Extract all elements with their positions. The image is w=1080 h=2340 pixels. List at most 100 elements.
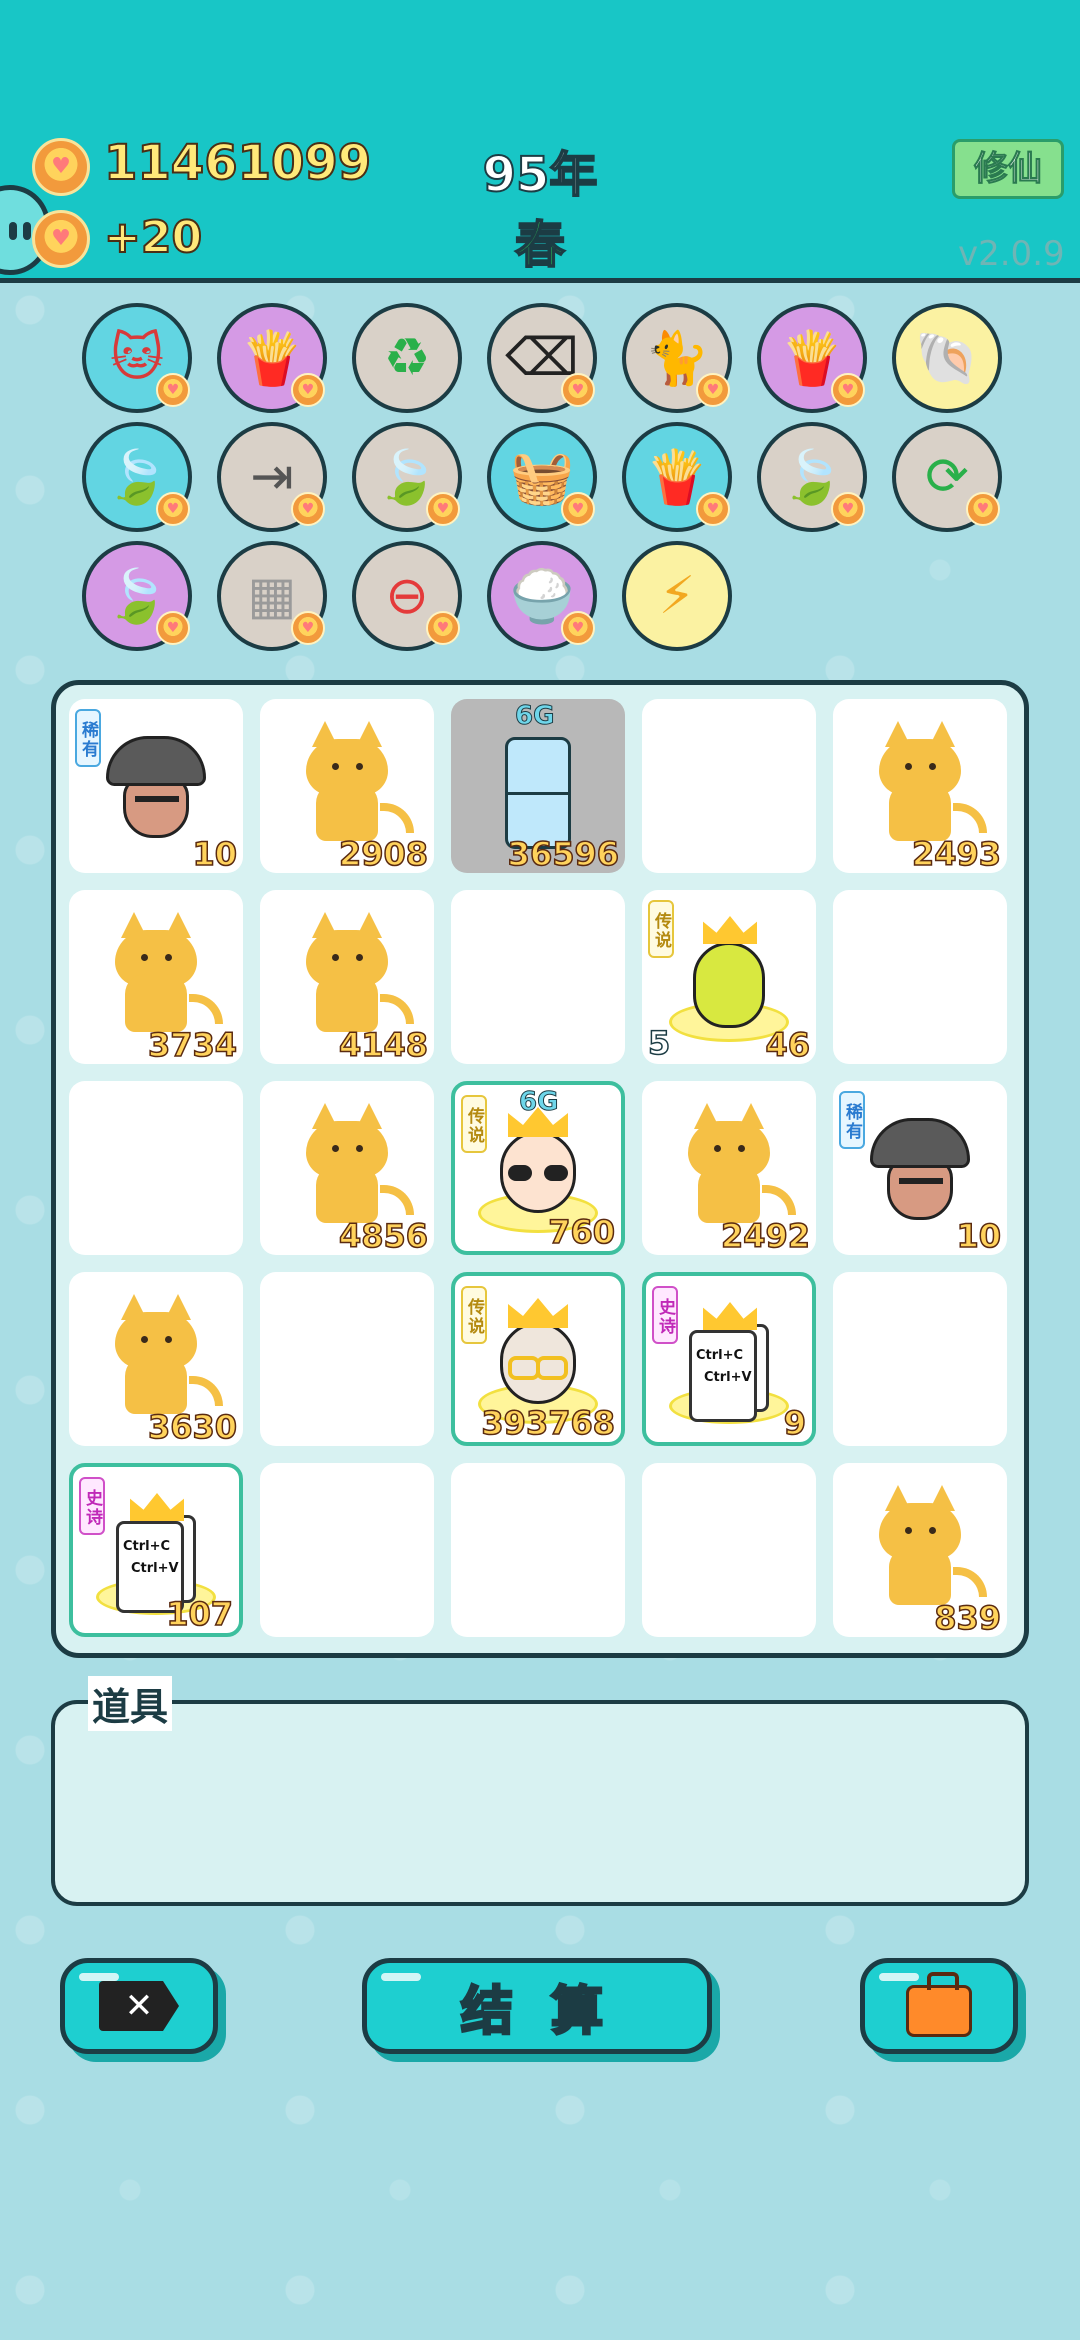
board-cell[interactable]: 2908 bbox=[260, 699, 434, 874]
props-label: 道具 bbox=[88, 1676, 173, 1731]
item-count: 2493 bbox=[911, 834, 1002, 874]
mini-coin-icon: ♥ bbox=[696, 492, 730, 526]
fridge-icon bbox=[505, 737, 571, 849]
board-cell-empty[interactable] bbox=[642, 1463, 816, 1637]
minus-circle-icon[interactable]: ⊖ ♥ bbox=[352, 541, 462, 651]
cat-icon bbox=[111, 1294, 223, 1414]
cat-silhouette-icon[interactable]: 🐱 ♥ bbox=[82, 303, 192, 413]
mini-coin-icon: ♥ bbox=[156, 492, 190, 526]
mini-coin-icon: ♥ bbox=[291, 611, 325, 645]
rice-bowl-icon[interactable]: 🍚 ♥ bbox=[487, 541, 597, 651]
cat-icon bbox=[302, 721, 414, 841]
item-count: 2492 bbox=[720, 1216, 811, 1256]
board-cell-empty[interactable] bbox=[833, 1272, 1007, 1446]
sugar-cubes-icon[interactable]: ▦ ♥ bbox=[217, 541, 327, 651]
mini-coin-icon: ♥ bbox=[426, 492, 460, 526]
leaf-icon[interactable]: 🍃 ♥ bbox=[82, 541, 192, 651]
item-count: 3734 bbox=[147, 1025, 238, 1065]
shell-icon-glyph: 🐚 bbox=[914, 328, 980, 389]
board-cell[interactable]: Ctrl+C Ctrl+V 史诗 107 bbox=[69, 1463, 243, 1637]
board-cell-empty[interactable] bbox=[451, 890, 625, 1064]
board-cell-empty[interactable] bbox=[260, 1272, 434, 1446]
settle-label: 结 算 bbox=[459, 1980, 614, 2043]
cat-silhouette-icon-glyph: 🐱 bbox=[109, 328, 165, 388]
board-cell-empty[interactable] bbox=[833, 890, 1007, 1064]
board-cell-empty[interactable] bbox=[642, 699, 816, 873]
rarity-badge: 传说 bbox=[461, 1095, 487, 1153]
board-cell[interactable]: 稀有 10 bbox=[69, 699, 243, 874]
mini-coin-icon: ♥ bbox=[831, 373, 865, 407]
board-cell[interactable]: 4856 bbox=[260, 1081, 434, 1256]
paste-text: Ctrl+V bbox=[704, 1370, 752, 1385]
board-cell[interactable]: 传说 6G 760 bbox=[451, 1081, 625, 1255]
board-cell[interactable]: 2493 bbox=[833, 699, 1007, 874]
coin-icon: ♥ bbox=[32, 138, 90, 196]
delete-tag-icon[interactable]: ⌫ ♥ bbox=[487, 303, 597, 413]
remove-button[interactable]: ✕ bbox=[60, 1958, 218, 2054]
cultivate-button[interactable]: 修仙 bbox=[952, 139, 1064, 199]
item-count: 46 bbox=[765, 1025, 811, 1065]
board-cell[interactable]: 传说 46 5 bbox=[642, 890, 816, 1065]
board-cell-empty[interactable] bbox=[69, 1081, 243, 1255]
board-cell[interactable]: 839 bbox=[833, 1463, 1007, 1638]
crowned-pear-icon bbox=[669, 912, 789, 1042]
leaf-icon[interactable]: 🍃 ♥ bbox=[757, 422, 867, 532]
briefcase-icon bbox=[906, 1972, 972, 2037]
network-6g-tag: 6G bbox=[514, 701, 555, 732]
refresh-icon[interactable]: ⟳ ♥ bbox=[892, 422, 1002, 532]
rarity-badge: 稀有 bbox=[839, 1091, 865, 1149]
board-cell[interactable]: 2492 bbox=[642, 1081, 816, 1256]
mini-coin-icon: ♥ bbox=[561, 492, 595, 526]
season-label: 春 bbox=[514, 215, 566, 275]
board-cell-empty[interactable] bbox=[260, 1463, 434, 1637]
board-cell[interactable]: 稀有 10 bbox=[833, 1081, 1007, 1256]
board-cell[interactable]: 3734 bbox=[69, 890, 243, 1065]
item-count: 839 bbox=[933, 1598, 1001, 1638]
item-count: 10 bbox=[192, 834, 238, 874]
settle-button[interactable]: 结 算 bbox=[362, 1958, 712, 2054]
board-cell[interactable]: 传说 393768 bbox=[451, 1272, 625, 1446]
twin-cats-icon[interactable]: 🐈 ♥ bbox=[622, 303, 732, 413]
item-count: 3630 bbox=[147, 1407, 238, 1447]
item-count: 760 bbox=[547, 1212, 615, 1252]
rarity-badge: 传说 bbox=[461, 1286, 487, 1344]
skip-icon-glyph: ⇥ bbox=[250, 447, 294, 507]
mini-coin-icon: ♥ bbox=[561, 611, 595, 645]
mini-coin-icon: ♥ bbox=[966, 492, 1000, 526]
fries-icon[interactable]: 🍟 ♥ bbox=[622, 422, 732, 532]
board-cell[interactable]: 6G 36596 bbox=[451, 699, 625, 874]
fries-icon[interactable]: 🍟 ♥ bbox=[757, 303, 867, 413]
rarity-badge: 史诗 bbox=[79, 1477, 105, 1535]
lightning-icon[interactable]: ⚡ bbox=[622, 541, 732, 651]
mini-coin-icon: ♥ bbox=[291, 373, 325, 407]
basket-icon[interactable]: 🧺 ♥ bbox=[487, 422, 597, 532]
board-cell[interactable]: Ctrl+C Ctrl+V 史诗 9 bbox=[642, 1272, 816, 1446]
paste-text: Ctrl+V bbox=[131, 1561, 179, 1576]
cat-icon bbox=[875, 721, 987, 841]
version-label: v2.0.9 bbox=[958, 234, 1065, 274]
coin-rate-icon: ♥ bbox=[32, 210, 90, 268]
mini-coin-icon: ♥ bbox=[831, 492, 865, 526]
mini-coin-icon: ♥ bbox=[156, 611, 190, 645]
leaf-icon[interactable]: 🍃 ♥ bbox=[352, 422, 462, 532]
mini-coin-icon: ♥ bbox=[696, 373, 730, 407]
cat-icon bbox=[302, 912, 414, 1032]
mini-coin-icon: ♥ bbox=[426, 611, 460, 645]
item-count: 4856 bbox=[338, 1216, 429, 1256]
copy-paste-card-icon: Ctrl+C Ctrl+V bbox=[669, 1294, 789, 1424]
fries-icon[interactable]: 🍟 ♥ bbox=[217, 303, 327, 413]
board-cell[interactable]: 4148 bbox=[260, 890, 434, 1065]
item-count: 2908 bbox=[338, 834, 429, 874]
shell-icon[interactable]: 🐚 bbox=[892, 303, 1002, 413]
item-count: 107 bbox=[165, 1594, 233, 1634]
skip-icon[interactable]: ⇥ ♥ bbox=[217, 422, 327, 532]
board-cell-empty[interactable] bbox=[451, 1463, 625, 1637]
bag-button[interactable] bbox=[860, 1958, 1018, 2054]
top-header: ♥ 11461099 ♥ +20 95年 春 修仙 v2.0.9 bbox=[0, 0, 1080, 283]
recycle-icon[interactable]: ♻ bbox=[352, 303, 462, 413]
board-cell[interactable]: 3630 bbox=[69, 1272, 243, 1447]
cat-icon bbox=[684, 1103, 796, 1223]
item-count: 4148 bbox=[338, 1025, 429, 1065]
leaf-icon[interactable]: 🍃 ♥ bbox=[82, 422, 192, 532]
person-hat-icon bbox=[101, 726, 211, 846]
